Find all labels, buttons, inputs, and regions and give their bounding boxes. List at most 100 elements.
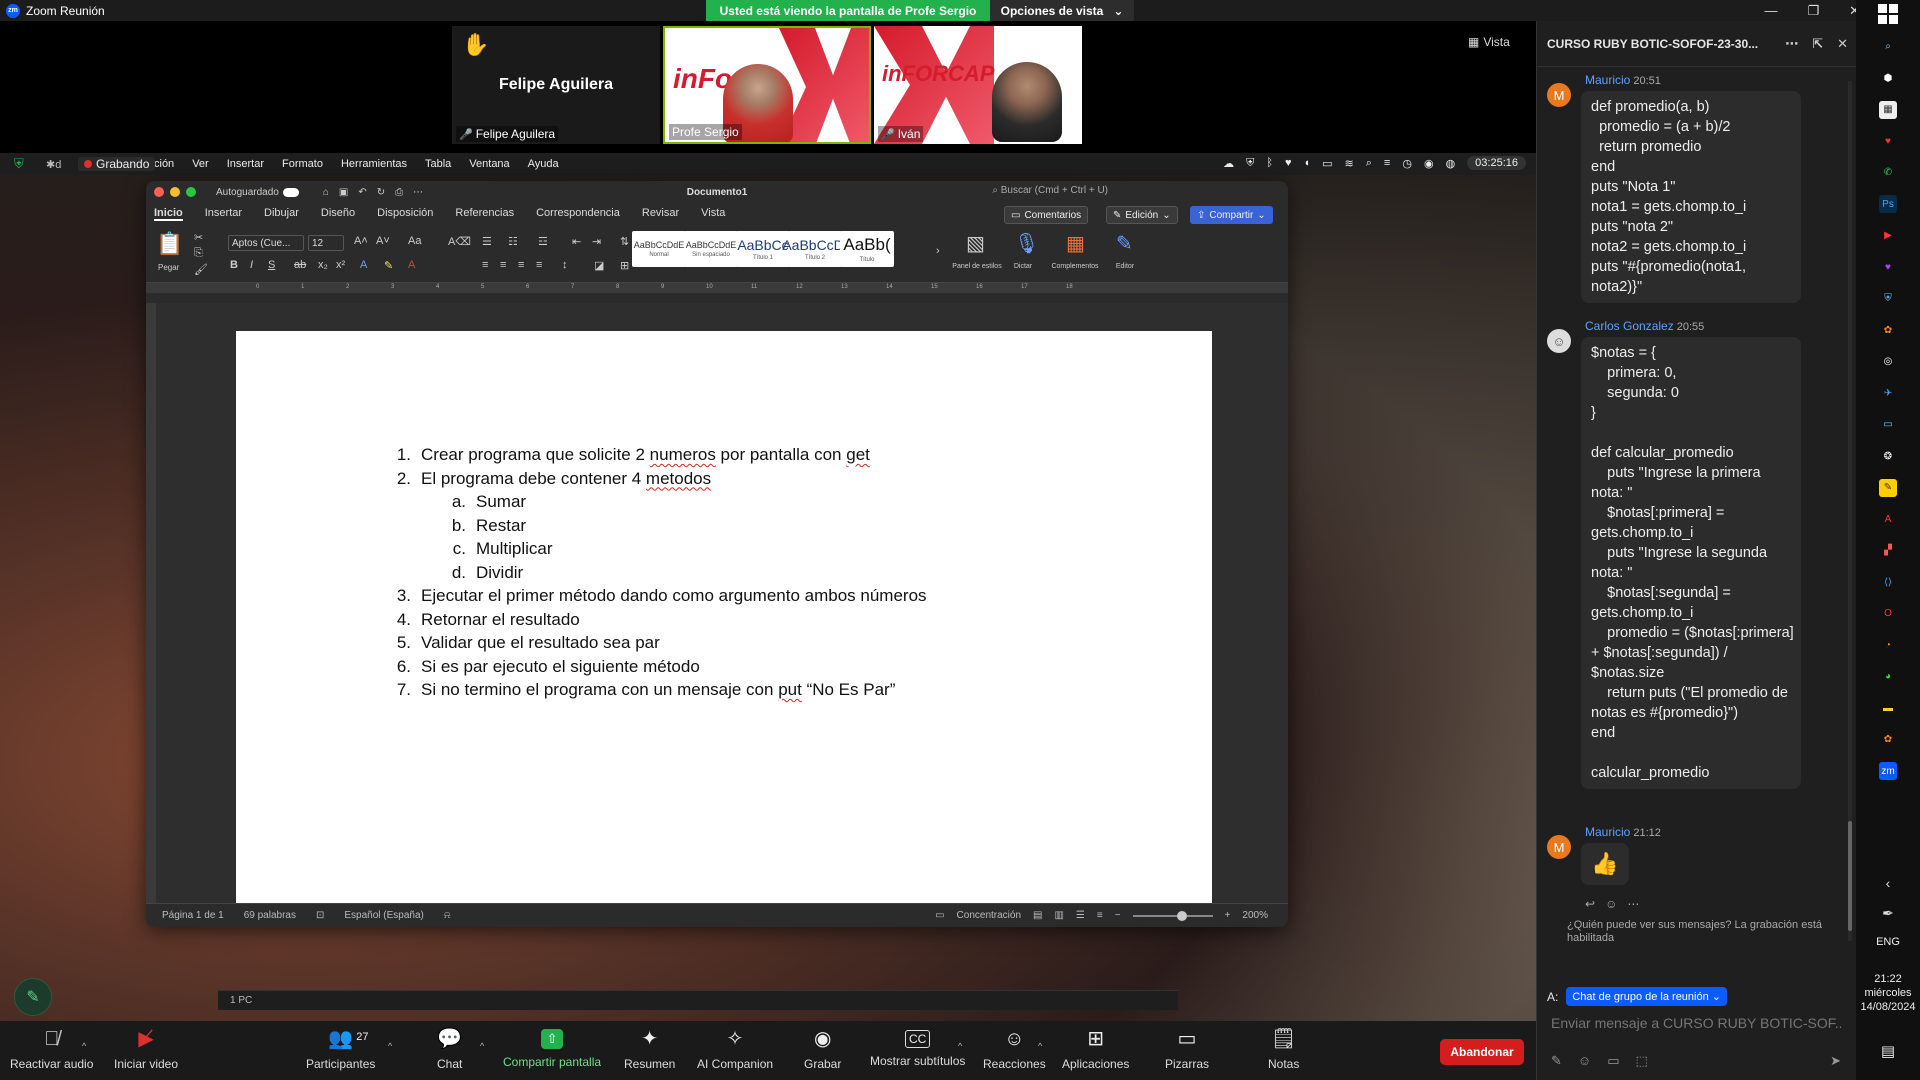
list-item[interactable]: 2. El programa debe contener 4 metodos	[391, 467, 927, 491]
document-page[interactable]: 1. Crear programa que solicite 2 numeros …	[236, 331, 1212, 903]
focus-mode[interactable]: Concentración	[957, 910, 1021, 921]
whatsapp-icon[interactable]: ✆	[1879, 164, 1897, 182]
youtube-icon[interactable]: ▶	[1879, 227, 1897, 245]
paste-icon[interactable]: 📋	[156, 231, 183, 257]
zoom-out-icon[interactable]: −	[1115, 910, 1121, 921]
italic-icon[interactable]: I	[250, 259, 253, 271]
recipient-select[interactable]: Chat de grupo de la reunión ⌄	[1566, 987, 1728, 1006]
styles-pane-icon[interactable]: ▧	[966, 231, 985, 256]
start-video-button[interactable]: ▶̸ Iniciar video	[114, 1027, 178, 1071]
notes-app-icon[interactable]: ✎	[1879, 478, 1897, 497]
red-app-icon[interactable]: ▞	[1879, 542, 1897, 560]
ribbon-tab[interactable]: Inicio	[154, 207, 183, 221]
underline-icon[interactable]: S	[268, 259, 275, 271]
share-button[interactable]: ⇪ Compartir ⌄	[1190, 206, 1273, 224]
vscode-icon[interactable]: ⟨⟩	[1879, 573, 1897, 591]
list-item[interactable]: 7. Si no termino el programa con un mensa…	[391, 678, 927, 702]
save-icon[interactable]: ▣	[339, 187, 348, 198]
styles-more-icon[interactable]: ›	[936, 245, 940, 257]
reactions-caret[interactable]: ^	[1038, 1041, 1042, 1051]
list-item[interactable]: d. Dividir	[391, 561, 927, 585]
mac-menu-item[interactable]: Formato	[282, 158, 323, 170]
horizontal-ruler[interactable]: 0 1 2 3 4 5 6 7 8 9 10 11 12 13 14 15 16 17 18	[146, 283, 1288, 293]
minimize-button[interactable]: —	[1764, 3, 1777, 18]
align-center-icon[interactable]: ≡	[500, 259, 506, 271]
participants-caret[interactable]: ^	[388, 1041, 392, 1051]
github-icon[interactable]: ◎	[1879, 353, 1897, 371]
numbering-icon[interactable]: ☷	[508, 235, 518, 248]
mac-menu-item[interactable]: Ayuda	[528, 158, 559, 170]
justify-icon[interactable]: ≡	[536, 259, 542, 271]
list-item[interactable]: 1. Crear programa que solicite 2 numeros …	[391, 443, 927, 467]
style-card[interactable]: AaBb(Título	[840, 231, 894, 267]
participants-button[interactable]: 👥 27 Participantes	[306, 1027, 375, 1071]
language-indicator[interactable]: Español (España)	[344, 910, 424, 921]
bold-icon[interactable]: B	[230, 259, 238, 271]
font-name-select[interactable]: Aptos (Cue...	[228, 235, 304, 251]
zoom-in-icon[interactable]: +	[1225, 910, 1231, 921]
unmute-button[interactable]: 🎙̸ Reactivar audio	[10, 1027, 93, 1071]
acrobat-icon[interactable]: A	[1879, 510, 1897, 528]
message-author[interactable]: Mauricio	[1585, 73, 1630, 87]
align-left-icon[interactable]: ≡	[482, 259, 488, 271]
list-item[interactable]: b. Restar	[391, 514, 927, 538]
opera-icon[interactable]: O	[1879, 605, 1897, 623]
message-bubble[interactable]: def promedio(a, b) promedio = (a + b)/2 …	[1581, 91, 1801, 303]
list-item[interactable]: 3. Ejecutar el primer método dando como a…	[391, 584, 927, 608]
proofing-icon[interactable]: ⊡	[316, 910, 324, 921]
file-icon[interactable]: ▭	[1607, 1053, 1619, 1069]
focus-icon[interactable]: ▭	[935, 910, 944, 921]
ribbon-tab[interactable]: Referencias	[455, 207, 514, 221]
copy-icon[interactable]: ⎘	[194, 247, 203, 260]
borders-icon[interactable]: ⊞	[620, 259, 629, 272]
style-card[interactable]: AaBbCcDı Título 2	[782, 231, 848, 267]
system-clock[interactable]: 21:22 miércoles 14/08/2024	[1860, 972, 1915, 1014]
annotate-pencil-icon[interactable]: ✎	[14, 978, 52, 1016]
outline-icon[interactable]: ☰	[1076, 910, 1085, 921]
whiteboards-button[interactable]: ▭ Pizarras	[1165, 1027, 1209, 1071]
chrome-icon[interactable]: ◕	[1879, 668, 1897, 686]
captions-button[interactable]: CC Mostrar subtítulos	[870, 1027, 965, 1068]
style-card[interactable]: AaBbCcDdE Sin espaciado	[684, 231, 738, 267]
more-icon[interactable]: ⋯	[1785, 36, 1798, 52]
more-icon[interactable]: ⋯	[1627, 897, 1639, 911]
font-size-select[interactable]: 12	[308, 235, 344, 251]
apps-button[interactable]: ⊞ Aplicaciones	[1062, 1027, 1129, 1071]
strikethrough-icon[interactable]: ab	[294, 259, 306, 271]
zoom-level[interactable]: 200%	[1242, 910, 1268, 921]
store-icon[interactable]: ⛨	[1879, 290, 1897, 308]
audio-options-caret[interactable]: ^	[82, 1041, 86, 1051]
summary-button[interactable]: ✦ Resumen	[624, 1027, 675, 1071]
format-icon[interactable]: ✎	[1551, 1053, 1562, 1069]
orange-app-icon[interactable]: ✿	[1879, 321, 1897, 339]
ribbon-tab[interactable]: Diseño	[321, 207, 355, 221]
message-bubble[interactable]: $notas = { primera: 0, segunda: 0 } def …	[1581, 337, 1801, 789]
add-ins-icon[interactable]: ▦	[1066, 231, 1085, 256]
recording-badge[interactable]: Grabando	[78, 157, 156, 171]
superscript-icon[interactable]: x²	[336, 259, 345, 271]
bullets-icon[interactable]: ☰	[482, 235, 492, 248]
list-item[interactable]: c. Multiplicar	[391, 537, 927, 561]
undo-icon[interactable]: ↶	[358, 187, 366, 198]
photoshop-icon[interactable]: Ps	[1879, 195, 1897, 213]
mac-menu-item[interactable]: Ventana	[469, 158, 509, 170]
maximize-button[interactable]: ❐	[1807, 3, 1819, 19]
ai-companion-button[interactable]: ✧ AI Companion	[697, 1027, 773, 1071]
mac-menu-item[interactable]: Ver	[192, 158, 209, 170]
chat-caret[interactable]: ^	[480, 1041, 484, 1051]
vertical-ruler[interactable]	[146, 303, 156, 903]
chat-button[interactable]: 💬 Chat	[437, 1027, 462, 1071]
ribbon-tab[interactable]: Insertar	[205, 207, 242, 221]
message-bubble[interactable]: 👍	[1581, 843, 1629, 885]
orange-app-icon-2[interactable]: ✿	[1879, 731, 1897, 749]
list-item[interactable]: 6. Si es par ejecuto el siguiente método	[391, 655, 927, 679]
ribbon-tab[interactable]: Vista	[701, 207, 725, 221]
send-icon[interactable]: ➤	[1830, 1053, 1841, 1069]
privacy-notice[interactable]: ¿Quién puede ver sus mensajes? La grabac…	[1551, 919, 1851, 945]
sort-icon[interactable]: ⇅	[620, 235, 629, 248]
record-button[interactable]: ◉ Grabar	[804, 1027, 841, 1071]
draft-icon[interactable]: ≡	[1097, 910, 1103, 921]
word-count[interactable]: 69 palabras	[244, 910, 296, 921]
reactions-button[interactable]: ☺ Reacciones	[983, 1027, 1046, 1071]
search-icon[interactable]: ⌕	[1879, 38, 1897, 56]
